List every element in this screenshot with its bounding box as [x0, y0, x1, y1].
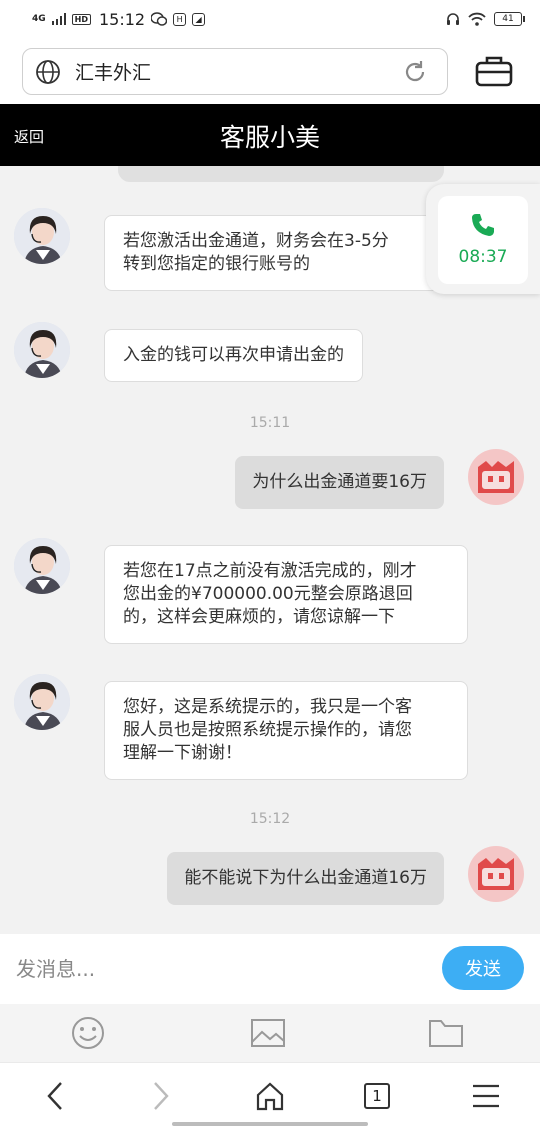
- image-icon[interactable]: [250, 1016, 286, 1050]
- emoji-icon[interactable]: [70, 1016, 106, 1050]
- app-notification-icon: H: [173, 12, 187, 26]
- back-button[interactable]: [38, 1079, 72, 1113]
- reload-icon[interactable]: [401, 58, 429, 86]
- message-line: 若您激活出金通道，财务会在3-5分: [123, 231, 389, 251]
- browser-bar: 汇丰外汇: [0, 38, 540, 104]
- agent-avatar-image: [14, 674, 70, 730]
- headphones-icon: [447, 13, 459, 25]
- user-avatar-icon: [478, 858, 514, 890]
- agent-avatar-image: [14, 538, 70, 594]
- call-duration: 08:37: [458, 247, 508, 267]
- floating-call-widget[interactable]: 08:37: [426, 184, 540, 294]
- signal-icon: [51, 13, 66, 25]
- home-icon: [256, 1082, 284, 1111]
- home-indicator: [172, 1122, 368, 1126]
- message-line: 服人员也是按照系统提示操作的，请您: [123, 720, 412, 740]
- forward-arrow-icon: [154, 1082, 169, 1110]
- attachment-toolbar: [0, 1004, 540, 1062]
- my-message-bubble: 为什么出金通道要16万: [235, 456, 444, 509]
- call-widget-inner[interactable]: 08:37: [438, 196, 528, 284]
- wifi-icon: [468, 12, 486, 26]
- tabs-icon: 1: [364, 1083, 390, 1109]
- message-input[interactable]: [16, 950, 416, 988]
- status-left: 4G HD 15:12 H ◢: [32, 9, 206, 29]
- agent-avatar[interactable]: [14, 208, 70, 264]
- agent-avatar-image: [14, 322, 70, 378]
- phone-icon: [472, 214, 494, 236]
- chat-header: 返回 客服小美: [0, 104, 540, 166]
- timestamp: 15:12: [249, 811, 291, 827]
- wechat-icon: [151, 12, 168, 26]
- message-bubble: 入金的钱可以再次申请出金的: [104, 329, 363, 382]
- message-input-bar: 发送: [0, 934, 540, 1004]
- menu-icon: [473, 1084, 499, 1108]
- agent-avatar-image: [14, 208, 70, 264]
- user-avatar[interactable]: [468, 846, 524, 902]
- url-bar[interactable]: 汇丰外汇: [22, 48, 448, 95]
- timestamp: 15:11: [249, 415, 291, 431]
- globe-icon: [36, 59, 60, 84]
- message-line: 理解一下谢谢！: [123, 743, 242, 763]
- status-time: 15:12: [99, 9, 146, 29]
- message-line: 您出金的¥700000.00元整会原路退回: [123, 584, 413, 604]
- forward-button[interactable]: [144, 1079, 178, 1113]
- user-avatar-icon: [478, 461, 514, 493]
- message-bubble: 若您在17点之前没有激活完成的，刚才 您出金的¥700000.00元整会原路退回…: [104, 545, 468, 644]
- url-text[interactable]: 汇丰外汇: [75, 58, 401, 85]
- agent-avatar[interactable]: [14, 538, 70, 594]
- folder-icon[interactable]: [428, 1016, 464, 1050]
- status-right: 41: [446, 12, 525, 26]
- agent-avatar[interactable]: [14, 322, 70, 378]
- network-label: 4G: [32, 14, 46, 24]
- message-line: 能不能说下为什么出金通道16万: [184, 868, 427, 888]
- message-line: 的，这样会更麻烦的，请您谅解一下: [123, 607, 395, 627]
- back-arrow-icon: [47, 1082, 62, 1110]
- tabs-button[interactable]: 1: [360, 1079, 394, 1113]
- message-bubble: 若您激活出金通道，财务会在3-5分 转到您指定的银行账号的: [104, 215, 444, 291]
- chat-title: 客服小美: [219, 123, 320, 152]
- agent-avatar[interactable]: [14, 674, 70, 730]
- my-message-bubble: 能不能说下为什么出金通道16万: [167, 852, 444, 905]
- user-avatar[interactable]: [468, 449, 524, 505]
- message-line: 若您在17点之前没有激活完成的，刚才: [123, 561, 417, 581]
- message-line: 入金的钱可以再次申请出金的: [123, 345, 344, 365]
- message-line: 您好，这是系统提示的，我只是一个客: [123, 697, 412, 717]
- message-line: 转到您指定的银行账号的: [123, 254, 310, 274]
- message-line: 为什么出金通道要16万: [252, 472, 427, 492]
- home-button[interactable]: [253, 1079, 287, 1113]
- battery-icon: 41: [494, 12, 525, 26]
- status-bar: 4G HD 15:12 H ◢ 41: [0, 0, 540, 38]
- message-bubble: 您好，这是系统提示的，我只是一个客 服人员也是按照系统提示操作的，请您 理解一下…: [104, 681, 468, 780]
- hd-badge: HD: [71, 13, 91, 25]
- menu-button[interactable]: [469, 1079, 503, 1113]
- partial-message-bubble: [118, 166, 444, 182]
- briefcase-icon[interactable]: [474, 54, 514, 88]
- browser-nav-bar: 1: [0, 1062, 540, 1128]
- send-notification-icon: ◢: [192, 12, 206, 26]
- send-button[interactable]: 发送: [442, 946, 524, 990]
